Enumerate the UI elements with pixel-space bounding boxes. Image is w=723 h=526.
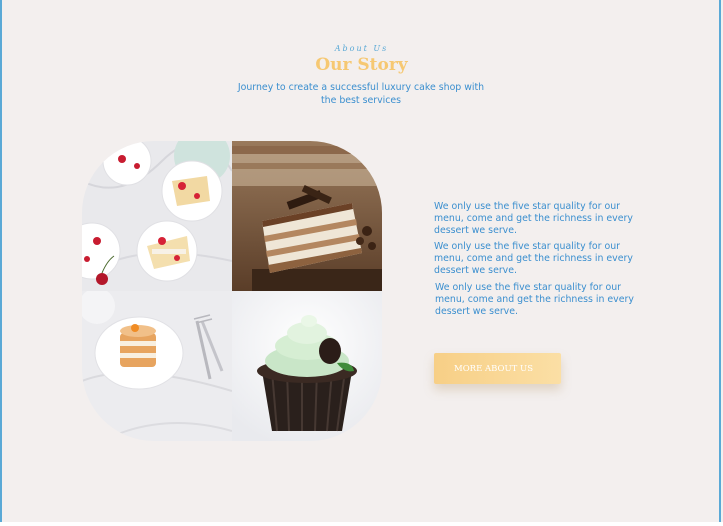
bottom-strip	[0, 522, 723, 526]
mini-layer-cake-image	[82, 291, 232, 441]
tiramisu-slice-image	[232, 141, 382, 291]
section-title: Our Story	[315, 55, 408, 75]
section-subtitle: Journey to create a successful luxury ca…	[237, 82, 485, 106]
mint-cupcake-image	[232, 291, 382, 441]
story-paragraph-2: We only use the five star quality for ou…	[434, 241, 633, 276]
photo-collage	[82, 141, 382, 441]
story-paragraph-1: We only use the five star quality for ou…	[434, 201, 633, 236]
section-eyebrow: About Us	[334, 44, 389, 53]
cherry-cake-plates-image	[82, 141, 232, 291]
more-about-us-button[interactable]: MORE ABOUT US	[434, 353, 561, 384]
story-paragraph-3: We only use the five star quality for ou…	[435, 282, 634, 317]
